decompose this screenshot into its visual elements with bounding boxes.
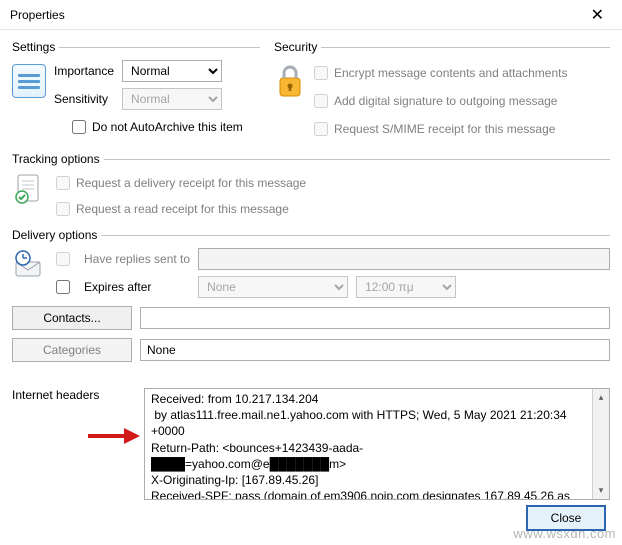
settings-legend: Settings [12, 40, 59, 54]
scroll-down-icon[interactable]: ▾ [593, 482, 609, 499]
autoarchive-label: Do not AutoArchive this item [92, 120, 243, 134]
smime-label: Request S/MIME receipt for this message [334, 122, 555, 136]
categories-input[interactable] [140, 339, 610, 361]
internet-headers-textbox[interactable]: Received: from 10.217.134.204 by atlas11… [144, 388, 610, 500]
delivery-icon [12, 248, 46, 282]
internet-headers-text: Received: from 10.217.134.204 by atlas11… [145, 389, 609, 499]
scroll-up-icon[interactable]: ▴ [593, 389, 609, 406]
scrollbar[interactable]: ▴ ▾ [592, 389, 609, 499]
sensitivity-label: Sensitivity [54, 92, 114, 106]
importance-select[interactable]: Normal [122, 60, 222, 82]
expires-time-select: 12:00 πμ [356, 276, 456, 298]
title-bar: Properties ✕ [0, 0, 622, 30]
window-title: Properties [10, 8, 65, 22]
receipt-icon [12, 172, 46, 206]
contacts-button[interactable]: Contacts... [12, 306, 132, 330]
sign-checkbox [314, 94, 328, 108]
encrypt-label: Encrypt message contents and attachments [334, 66, 567, 80]
tracking-legend: Tracking options [12, 152, 104, 166]
have-replies-input [198, 248, 610, 270]
properties-icon [12, 64, 46, 98]
have-replies-checkbox [56, 252, 70, 266]
smime-checkbox [314, 122, 328, 136]
delivery-receipt-label: Request a delivery receipt for this mess… [76, 176, 306, 190]
security-group: Security Encrypt message contents and at… [274, 40, 610, 140]
security-legend: Security [274, 40, 321, 54]
expires-checkbox[interactable] [56, 280, 70, 294]
expires-label: Expires after [84, 280, 190, 294]
sign-label: Add digital signature to outgoing messag… [334, 94, 557, 108]
lock-icon [274, 62, 306, 100]
encrypt-checkbox [314, 66, 328, 80]
autoarchive-checkbox[interactable] [72, 120, 86, 134]
expires-date-select: None [198, 276, 348, 298]
settings-group: Settings Importance Normal Sensitivity N… [12, 40, 260, 140]
read-receipt-label: Request a read receipt for this message [76, 202, 289, 216]
tracking-group: Tracking options Request a delivery rece… [12, 152, 610, 220]
categories-button: Categories [12, 338, 132, 362]
sensitivity-select: Normal [122, 88, 222, 110]
have-replies-label: Have replies sent to [84, 252, 190, 266]
delivery-legend: Delivery options [12, 228, 101, 242]
internet-headers-label: Internet headers [12, 388, 132, 402]
close-icon[interactable]: ✕ [583, 1, 612, 29]
delivery-receipt-checkbox [56, 176, 70, 190]
annotation-arrow-icon [86, 424, 140, 448]
delivery-group: Delivery options Have replies sent to E [12, 228, 610, 298]
importance-label: Importance [54, 64, 114, 78]
read-receipt-checkbox [56, 202, 70, 216]
contacts-input[interactable] [140, 307, 610, 329]
watermark-text: www.wsxdn.com [513, 526, 616, 541]
